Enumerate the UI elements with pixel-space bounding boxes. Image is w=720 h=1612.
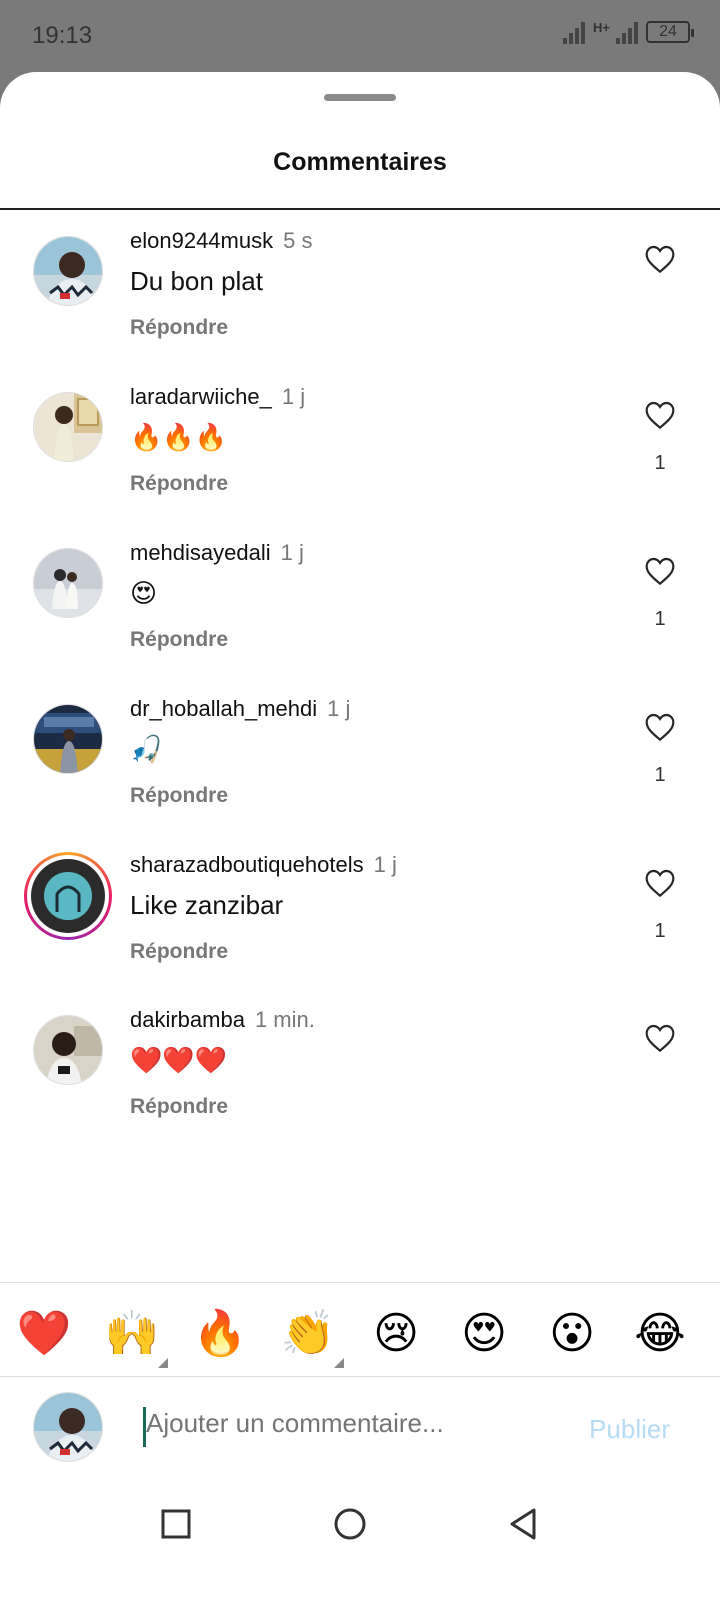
status-icons: H+ 24 xyxy=(563,20,694,44)
username[interactable]: laradarwiiche_ xyxy=(130,384,272,409)
divider xyxy=(0,1376,720,1377)
network-type: H+ xyxy=(593,20,610,35)
comment-meta: sharazadboutiquehotels 1 j xyxy=(130,852,397,878)
emoji-fire-button[interactable]: 🔥 xyxy=(190,1306,250,1362)
status-time: 19:13 xyxy=(32,22,93,49)
system-nav-bar xyxy=(0,1482,720,1582)
reply-button[interactable]: Répondre xyxy=(130,940,228,964)
comment-item: elon9244musk 5 s Du bon plat Répondre xyxy=(0,228,720,378)
comment-input[interactable] xyxy=(146,1408,566,1439)
status-bar: 19:13 H+ 24 xyxy=(0,0,720,72)
back-icon[interactable] xyxy=(504,1504,544,1544)
comment-text: 😍 xyxy=(130,578,158,608)
avatar-story-ring[interactable] xyxy=(24,852,112,940)
comment-meta: elon9244musk 5 s xyxy=(130,228,312,254)
heart-icon[interactable] xyxy=(644,1023,676,1053)
recents-icon[interactable] xyxy=(156,1504,196,1544)
comment-meta: dakirbamba 1 min. xyxy=(130,1007,315,1033)
reply-button[interactable]: Répondre xyxy=(130,1095,228,1119)
home-icon[interactable] xyxy=(330,1504,370,1544)
comment-text: 🎣 xyxy=(130,734,163,764)
avatar xyxy=(27,855,109,937)
avatar[interactable] xyxy=(33,704,103,774)
comment-meta: laradarwiiche_ 1 j xyxy=(130,384,305,410)
username[interactable]: dakirbamba xyxy=(130,1007,245,1032)
like-count: 1 xyxy=(654,920,666,942)
comment-time: 1 j xyxy=(280,540,304,565)
signal-icon xyxy=(616,20,638,44)
comment-text: Like zanzibar xyxy=(130,890,284,920)
username[interactable]: sharazadboutiquehotels xyxy=(130,852,364,877)
battery-level: 24 xyxy=(659,23,677,40)
battery-icon: 24 xyxy=(646,21,694,43)
heart-icon[interactable] xyxy=(644,400,676,430)
skin-tone-indicator xyxy=(334,1358,344,1368)
like-count: 1 xyxy=(654,764,666,786)
comments-sheet: Commentaires elon9244musk 5 s Du bon plat… xyxy=(0,72,720,1612)
reply-button[interactable]: Répondre xyxy=(130,784,228,808)
avatar[interactable] xyxy=(33,548,103,618)
emoji-clap-button[interactable]: 👏 xyxy=(278,1306,344,1368)
like-count: 1 xyxy=(654,452,666,474)
emoji-reaction-bar: ❤️ 🙌 🔥 👏 😢 😍 😮 😂 xyxy=(0,1306,720,1368)
heart-icon[interactable] xyxy=(644,244,676,274)
comment-text: Du bon plat xyxy=(130,266,263,296)
comment-text: 🔥🔥🔥 xyxy=(130,422,228,452)
avatar[interactable] xyxy=(33,1015,103,1085)
reply-button[interactable]: Répondre xyxy=(130,316,228,340)
comment-time: 5 s xyxy=(283,228,313,253)
username[interactable]: elon9244musk xyxy=(130,228,273,253)
emoji-heart-eyes-button[interactable]: 😍 xyxy=(454,1306,514,1362)
publish-button[interactable]: Publier xyxy=(589,1414,670,1445)
username[interactable]: dr_hoballah_mehdi xyxy=(130,696,317,721)
emoji-raised-hands-button[interactable]: 🙌 xyxy=(102,1306,168,1368)
comment-item: dr_hoballah_mehdi 1 j 🎣 Répondre 1 xyxy=(0,696,720,846)
comment-time: 1 j xyxy=(281,384,306,409)
emoji-crying-button[interactable]: 😢 xyxy=(366,1306,426,1362)
avatar xyxy=(33,1392,103,1462)
avatar[interactable] xyxy=(33,236,103,306)
heart-icon[interactable] xyxy=(644,556,676,586)
comment-time: 1 j xyxy=(373,852,397,877)
divider xyxy=(0,208,720,210)
comment-meta: mehdisayedali 1 j xyxy=(130,540,304,566)
username[interactable]: mehdisayedali xyxy=(130,540,271,565)
page-title: Commentaires xyxy=(273,148,447,176)
emoji-heart-button[interactable]: ❤️ xyxy=(14,1306,74,1362)
like-count: 1 xyxy=(654,608,666,630)
reply-button[interactable]: Répondre xyxy=(130,472,228,496)
emoji-surprised-button[interactable]: 😮 xyxy=(542,1306,602,1362)
reply-button[interactable]: Répondre xyxy=(130,628,228,652)
drag-handle[interactable] xyxy=(324,94,396,101)
comment-item: laradarwiiche_ 1 j 🔥🔥🔥 Répondre 1 xyxy=(0,384,720,534)
signal-icon xyxy=(563,20,586,44)
heart-icon[interactable] xyxy=(644,712,676,742)
comment-item: sharazadboutiquehotels 1 j Like zanzibar … xyxy=(0,852,720,1002)
skin-tone-indicator xyxy=(158,1358,168,1368)
heart-icon[interactable] xyxy=(644,868,676,898)
divider xyxy=(0,1282,720,1283)
comment-meta: dr_hoballah_mehdi 1 j xyxy=(130,696,350,722)
comment-time: 1 min. xyxy=(254,1007,315,1032)
comment-time: 1 j xyxy=(327,696,351,721)
avatar[interactable] xyxy=(33,392,103,462)
emoji-laughing-button[interactable]: 😂 xyxy=(630,1306,690,1362)
comment-item: mehdisayedali 1 j 😍 Répondre 1 xyxy=(0,540,720,690)
comment-item: dakirbamba 1 min. ❤️❤️❤️ Répondre xyxy=(0,1007,720,1157)
comment-text: ❤️❤️❤️ xyxy=(130,1045,228,1075)
